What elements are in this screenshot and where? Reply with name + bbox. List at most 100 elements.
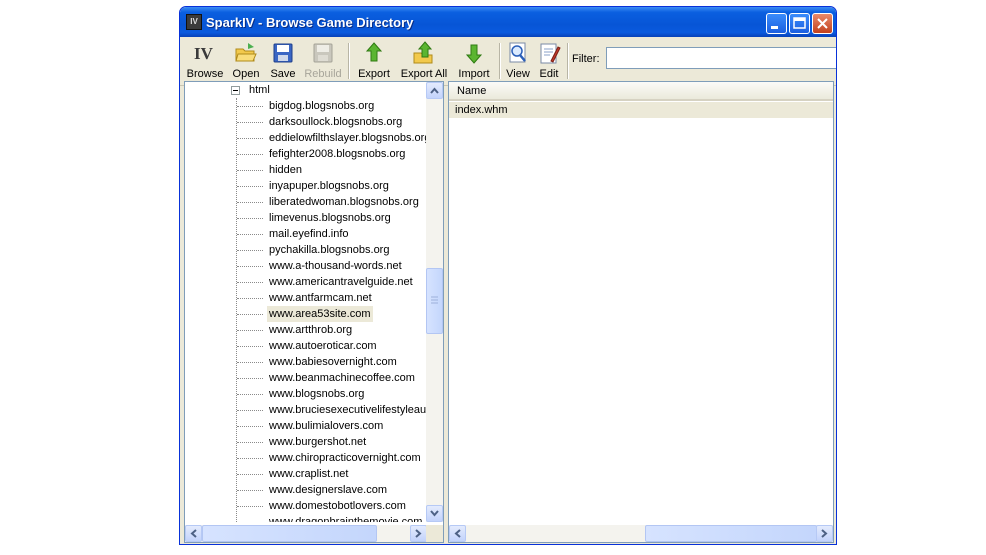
tree-connector: [237, 330, 263, 331]
maximize-icon: [793, 17, 806, 29]
scroll-left-button[interactable]: [185, 525, 202, 542]
tree-connector: [237, 250, 263, 251]
directory-tree[interactable]: html bigdog.blogsnobs.org darksoullock.bl…: [184, 81, 444, 543]
toolbar: IV Browse Open Save Rebuild Export Expor…: [180, 37, 836, 86]
tree-connector: [237, 474, 263, 475]
maximize-button[interactable]: [789, 13, 810, 34]
tree-connector: [237, 426, 263, 427]
floppy-disk-icon: [273, 43, 293, 63]
tree-connector: [237, 170, 263, 171]
list-header: Name: [449, 82, 833, 101]
tree-connector: [237, 106, 263, 107]
app-icon: IV: [186, 14, 202, 30]
scroll-thumb[interactable]: [426, 268, 443, 334]
tree-node-label: www.americantravelguide.net: [269, 276, 413, 288]
svg-text:IV: IV: [194, 44, 214, 63]
open-folder-icon: [235, 43, 257, 62]
close-button[interactable]: [812, 13, 833, 34]
column-header-name[interactable]: Name: [457, 85, 486, 97]
tree-node-label: www.designerslave.com: [269, 484, 387, 496]
tree-connector: [237, 154, 263, 155]
export-all-icon: [413, 41, 433, 64]
scroll-corner: [426, 525, 443, 542]
tree-content: html bigdog.blogsnobs.org darksoullock.bl…: [185, 82, 427, 522]
tree-connector: [237, 234, 263, 235]
export-all-label: Export All: [400, 68, 448, 80]
tree-node-label: www.craplist.net: [269, 468, 349, 480]
minimize-button[interactable]: [766, 13, 787, 34]
tree-node-label: www.blogsnobs.org: [269, 388, 365, 400]
tree-connector: [237, 298, 263, 299]
tree-connector: [237, 266, 263, 267]
magnifier-icon: [509, 42, 526, 63]
list-item[interactable]: index.whm: [449, 102, 833, 118]
scroll-right-button[interactable]: [410, 525, 427, 542]
list-item-label: index.whm: [455, 104, 508, 116]
tree-connector: [237, 490, 263, 491]
app-window: IV SparkIV - Browse Game Directory IV Br…: [179, 6, 837, 545]
export-arrow-icon: [365, 42, 383, 62]
tree-node-label: www.a-thousand-words.net: [269, 260, 402, 272]
tree-node-label: www.autoeroticar.com: [269, 340, 377, 352]
window-title: SparkIV - Browse Game Directory: [206, 15, 414, 30]
tree-node-label: liberatedwoman.blogsnobs.org: [269, 196, 419, 208]
rebuild-label: Rebuild: [304, 68, 342, 80]
filter-input[interactable]: [606, 47, 836, 69]
collapse-icon[interactable]: [231, 86, 240, 95]
view-button[interactable]: View: [505, 41, 531, 83]
tree-connector: [237, 394, 263, 395]
import-label: Import: [458, 68, 490, 80]
tree-node-label: inyapuper.blogsnobs.org: [269, 180, 389, 192]
save-button[interactable]: Save: [268, 41, 298, 83]
tree-node-label: www.bulimialovers.com: [269, 420, 384, 432]
scroll-down-button[interactable]: [426, 505, 443, 522]
tree-connector: [237, 202, 263, 203]
tree-connector: [237, 138, 263, 139]
rebuild-button[interactable]: Rebuild: [302, 41, 344, 83]
tree-node-label: hidden: [269, 164, 303, 176]
browse-label: Browse: [186, 68, 224, 80]
filter-label: Filter:: [572, 53, 600, 65]
chevron-right-icon: [821, 529, 828, 538]
chevron-up-icon: [430, 87, 439, 94]
tree-node-label: www.artthrob.org: [269, 324, 353, 336]
tree-connector: [237, 506, 263, 507]
chevron-right-icon: [415, 529, 422, 538]
toolbar-separator: [567, 43, 569, 79]
tree-node-label: www.dragonbrainthemovie.com: [269, 516, 423, 522]
tree-node-label: www.antfarmcam.net: [269, 292, 372, 304]
edit-button[interactable]: Edit: [536, 41, 562, 83]
tree-connector: [237, 378, 263, 379]
browse-button[interactable]: IV Browse: [186, 41, 224, 83]
import-button[interactable]: Import: [456, 41, 492, 83]
export-all-button[interactable]: Export All: [399, 41, 449, 83]
tree-node-label: www.area53site.com: [267, 306, 373, 322]
scroll-right-button[interactable]: [816, 525, 833, 542]
export-label: Export: [358, 68, 390, 80]
open-button[interactable]: Open: [230, 41, 262, 83]
tree-node-label: fefighter2008.blogsnobs.org: [269, 148, 406, 160]
title-bar[interactable]: IV SparkIV - Browse Game Directory: [180, 7, 836, 37]
grip-icon: [431, 296, 438, 304]
tree-connector: [237, 282, 263, 283]
save-label: Save: [270, 68, 296, 80]
tree-vertical-scrollbar[interactable]: [426, 82, 443, 522]
tree-connector: [237, 362, 263, 363]
scroll-thumb[interactable]: [645, 525, 817, 542]
chevron-down-icon: [430, 510, 439, 517]
scroll-up-button[interactable]: [426, 82, 443, 99]
tree-node-label: www.beanmachinecoffee.com: [269, 372, 415, 384]
export-button[interactable]: Export: [355, 41, 393, 83]
scroll-left-button[interactable]: [449, 525, 466, 542]
chevron-left-icon: [190, 529, 197, 538]
tree-horizontal-scrollbar[interactable]: [185, 525, 427, 542]
tree-node-label: pychakilla.blogsnobs.org: [269, 244, 390, 256]
minimize-icon: [771, 26, 778, 29]
import-arrow-icon: [465, 44, 483, 64]
tree-node-label: darksoullock.blogsnobs.org: [269, 116, 403, 128]
tree-node-label: www.babiesovernight.com: [269, 356, 397, 368]
scroll-thumb[interactable]: [202, 525, 377, 542]
file-list[interactable]: Name index.whm: [448, 81, 834, 543]
list-horizontal-scrollbar[interactable]: [449, 525, 833, 542]
toolbar-separator: [499, 43, 501, 79]
